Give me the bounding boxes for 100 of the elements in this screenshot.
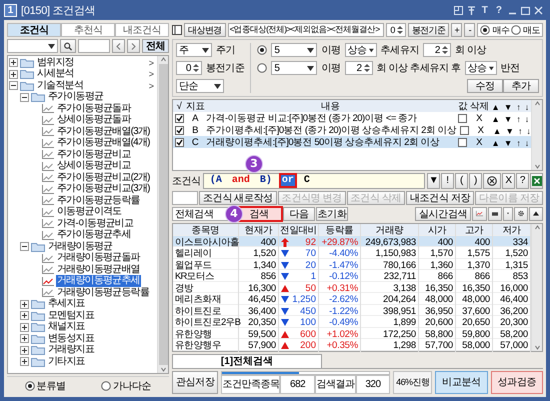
expand-icon[interactable]: [20, 346, 29, 355]
formula-tool-button[interactable]: (: [455, 172, 468, 189]
radio-button[interactable]: [24, 380, 35, 390]
move-button[interactable]: ↑: [518, 126, 522, 136]
move-button[interactable]: ▼: [505, 126, 514, 136]
tree-item[interactable]: 거래량이동평균배열: [56, 264, 141, 276]
offset-spinner[interactable]: 0: [176, 61, 202, 75]
collapse-button[interactable]: [529, 206, 543, 221]
result-row[interactable]: 유한양행 59,500 600 +1.02% 172,250 58,800 59,800 58,200: [173, 328, 531, 340]
tree-item[interactable]: 거래량이동평균추세: [56, 275, 141, 288]
radio-button[interactable]: [257, 45, 268, 55]
offset-spinner[interactable]: 0: [386, 23, 406, 37]
category-tab[interactable]: 조건식: [7, 23, 61, 37]
ma-type-dropdown[interactable]: 단순: [176, 79, 224, 93]
title-tool-button[interactable]: T: [480, 4, 490, 16]
previous-button[interactable]: [112, 39, 125, 53]
submenu-arrow[interactable]: >: [148, 69, 157, 80]
tree-folder[interactable]: 시세분석: [36, 68, 75, 80]
tree-folder[interactable]: 기술적분석: [36, 80, 84, 92]
realtime-search-button[interactable]: 실시간검색: [414, 206, 471, 221]
analysis-button[interactable]: 성과검증: [490, 370, 543, 394]
expand-icon[interactable]: [20, 300, 29, 309]
result-row[interactable]: 윌업푸드 1,340 20 -1.47% 780,166 1,360 1,370 1,315: [173, 258, 531, 270]
tree-item[interactable]: 주가이동평균등락률: [56, 194, 141, 207]
search-action-button[interactable]: 초기화: [316, 206, 348, 221]
formula-tool-button[interactable]: ?: [516, 172, 529, 189]
scrollbar[interactable]: [157, 56, 168, 373]
move-button[interactable]: ↓: [524, 138, 529, 148]
formula-action-button[interactable]: 조건식 새로작성: [199, 190, 277, 205]
tree-item[interactable]: 가격-이동평균비교: [56, 218, 134, 230]
move-button[interactable]: ▲: [491, 138, 500, 148]
tree-item[interactable]: 주가이동평균비교(2개): [56, 172, 151, 184]
radio-button[interactable]: [511, 25, 522, 35]
tree-folder[interactable]: 주가이동평균: [47, 91, 104, 104]
result-row[interactable]: 하이트진로2우B 20,350 100 -0.49% 1,899 20,600 20,650 20,300: [173, 316, 531, 328]
list-button[interactable]: [488, 206, 502, 221]
formula-name-field[interactable]: [172, 190, 198, 205]
result-row[interactable]: 메리츠화재 46,450 1,250 -2.62% 204,264 48,000 48,000 46,400: [173, 293, 531, 305]
basis-button[interactable]: 봉전기준: [408, 23, 450, 37]
move-button[interactable]: ▲: [492, 126, 501, 136]
settings-button[interactable]: [514, 206, 528, 221]
submenu-arrow[interactable]: >: [148, 58, 157, 68]
tree-item[interactable]: 상세이동평균비교: [56, 160, 132, 172]
value-checkbox[interactable]: [458, 138, 467, 147]
move-button[interactable]: ↑: [516, 138, 520, 148]
tree-folder[interactable]: 변동성지표: [47, 332, 96, 345]
direction-dropdown[interactable]: 상승: [464, 61, 497, 75]
pin-icon[interactable]: [466, 6, 476, 14]
tree-item[interactable]: 주가이동평균비교: [56, 148, 132, 161]
result-tab[interactable]: [1]전체검색: [172, 354, 322, 368]
count-spinner[interactable]: 2: [344, 61, 373, 75]
expand-icon[interactable]: [9, 58, 18, 68]
category-tab[interactable]: 내조건식: [115, 23, 169, 37]
tree-folder[interactable]: 채널지표: [47, 321, 86, 334]
close-icon[interactable]: [534, 6, 543, 14]
checkbox[interactable]: [174, 126, 184, 135]
target-field[interactable]: <업종대상(전체)><제외없음><전체월결산>: [228, 23, 384, 37]
move-button[interactable]: ↓: [524, 114, 529, 124]
period-dropdown[interactable]: 주: [176, 43, 212, 57]
move-button[interactable]: ▼: [504, 114, 512, 124]
result-row[interactable]: KR모터스 856 1 -0.12% 232,711 866 866 853: [173, 270, 531, 282]
delete-button[interactable]: X: [469, 137, 489, 148]
move-button[interactable]: ▼: [504, 138, 512, 148]
count-spinner[interactable]: 2: [423, 43, 452, 57]
delete-button[interactable]: X: [469, 113, 489, 124]
trade-side-option[interactable]: 매도: [511, 24, 540, 36]
tree-folder[interactable]: 추세지표: [47, 298, 86, 310]
formula-tool-button[interactable]: !: [441, 172, 454, 189]
tree-item[interactable]: 거래량이동평균돌파: [56, 252, 141, 264]
ma-period-dropdown[interactable]: 5: [271, 43, 318, 57]
add-button[interactable]: +: [451, 23, 462, 37]
tree-folder[interactable]: 모멘텀지표: [47, 310, 96, 322]
sort-option[interactable]: 분류별: [24, 378, 66, 392]
tree-item[interactable]: 주가이동평균배열(4개): [56, 137, 151, 150]
clear-button[interactable]: [483, 172, 501, 189]
formula-tool-button[interactable]: ): [469, 172, 482, 189]
search-dropdown[interactable]: [7, 39, 58, 53]
search-action-button[interactable]: 다음: [283, 206, 315, 221]
direction-dropdown[interactable]: 상승: [344, 43, 377, 57]
collapse-icon[interactable]: [20, 242, 29, 252]
search-button[interactable]: [60, 39, 76, 53]
expand-icon[interactable]: [20, 311, 29, 320]
condition-row[interactable]: B 주가이평추세:[주]0봉전 (종가 20)이평 상승추세유지 2회 이상 X ▲ ▼ ↑ ↓: [173, 124, 531, 136]
condition-row[interactable]: C 거래량이평추세:[주]0봉전 50이평 상승추세유지 2회 이상 X ▲ ▼ ↑ ↓: [173, 136, 531, 148]
value-checkbox[interactable]: [458, 114, 467, 123]
trade-side-option[interactable]: 매수: [480, 24, 510, 36]
checkbox[interactable]: [174, 138, 184, 147]
sort-option[interactable]: 가나다순: [100, 378, 152, 392]
next-button[interactable]: [126, 39, 140, 53]
tree-folder[interactable]: 거래량이동평균: [47, 240, 114, 253]
window-layout-icon[interactable]: [454, 6, 463, 14]
delete-button[interactable]: X: [470, 125, 491, 136]
tree-item[interactable]: 주가이동평균돌파: [56, 102, 132, 115]
formula-field[interactable]: (A and B) or C: [202, 172, 425, 189]
maximize-icon[interactable]: [521, 6, 530, 14]
radio-button[interactable]: [257, 63, 268, 73]
formula-tool-button[interactable]: X: [502, 172, 515, 189]
expand-icon[interactable]: [20, 322, 29, 332]
result-row[interactable]: 경방 16,300 50 +0.31% 3,138 16,350 16,350 16,000: [173, 282, 531, 294]
expand-icon[interactable]: [20, 334, 29, 344]
